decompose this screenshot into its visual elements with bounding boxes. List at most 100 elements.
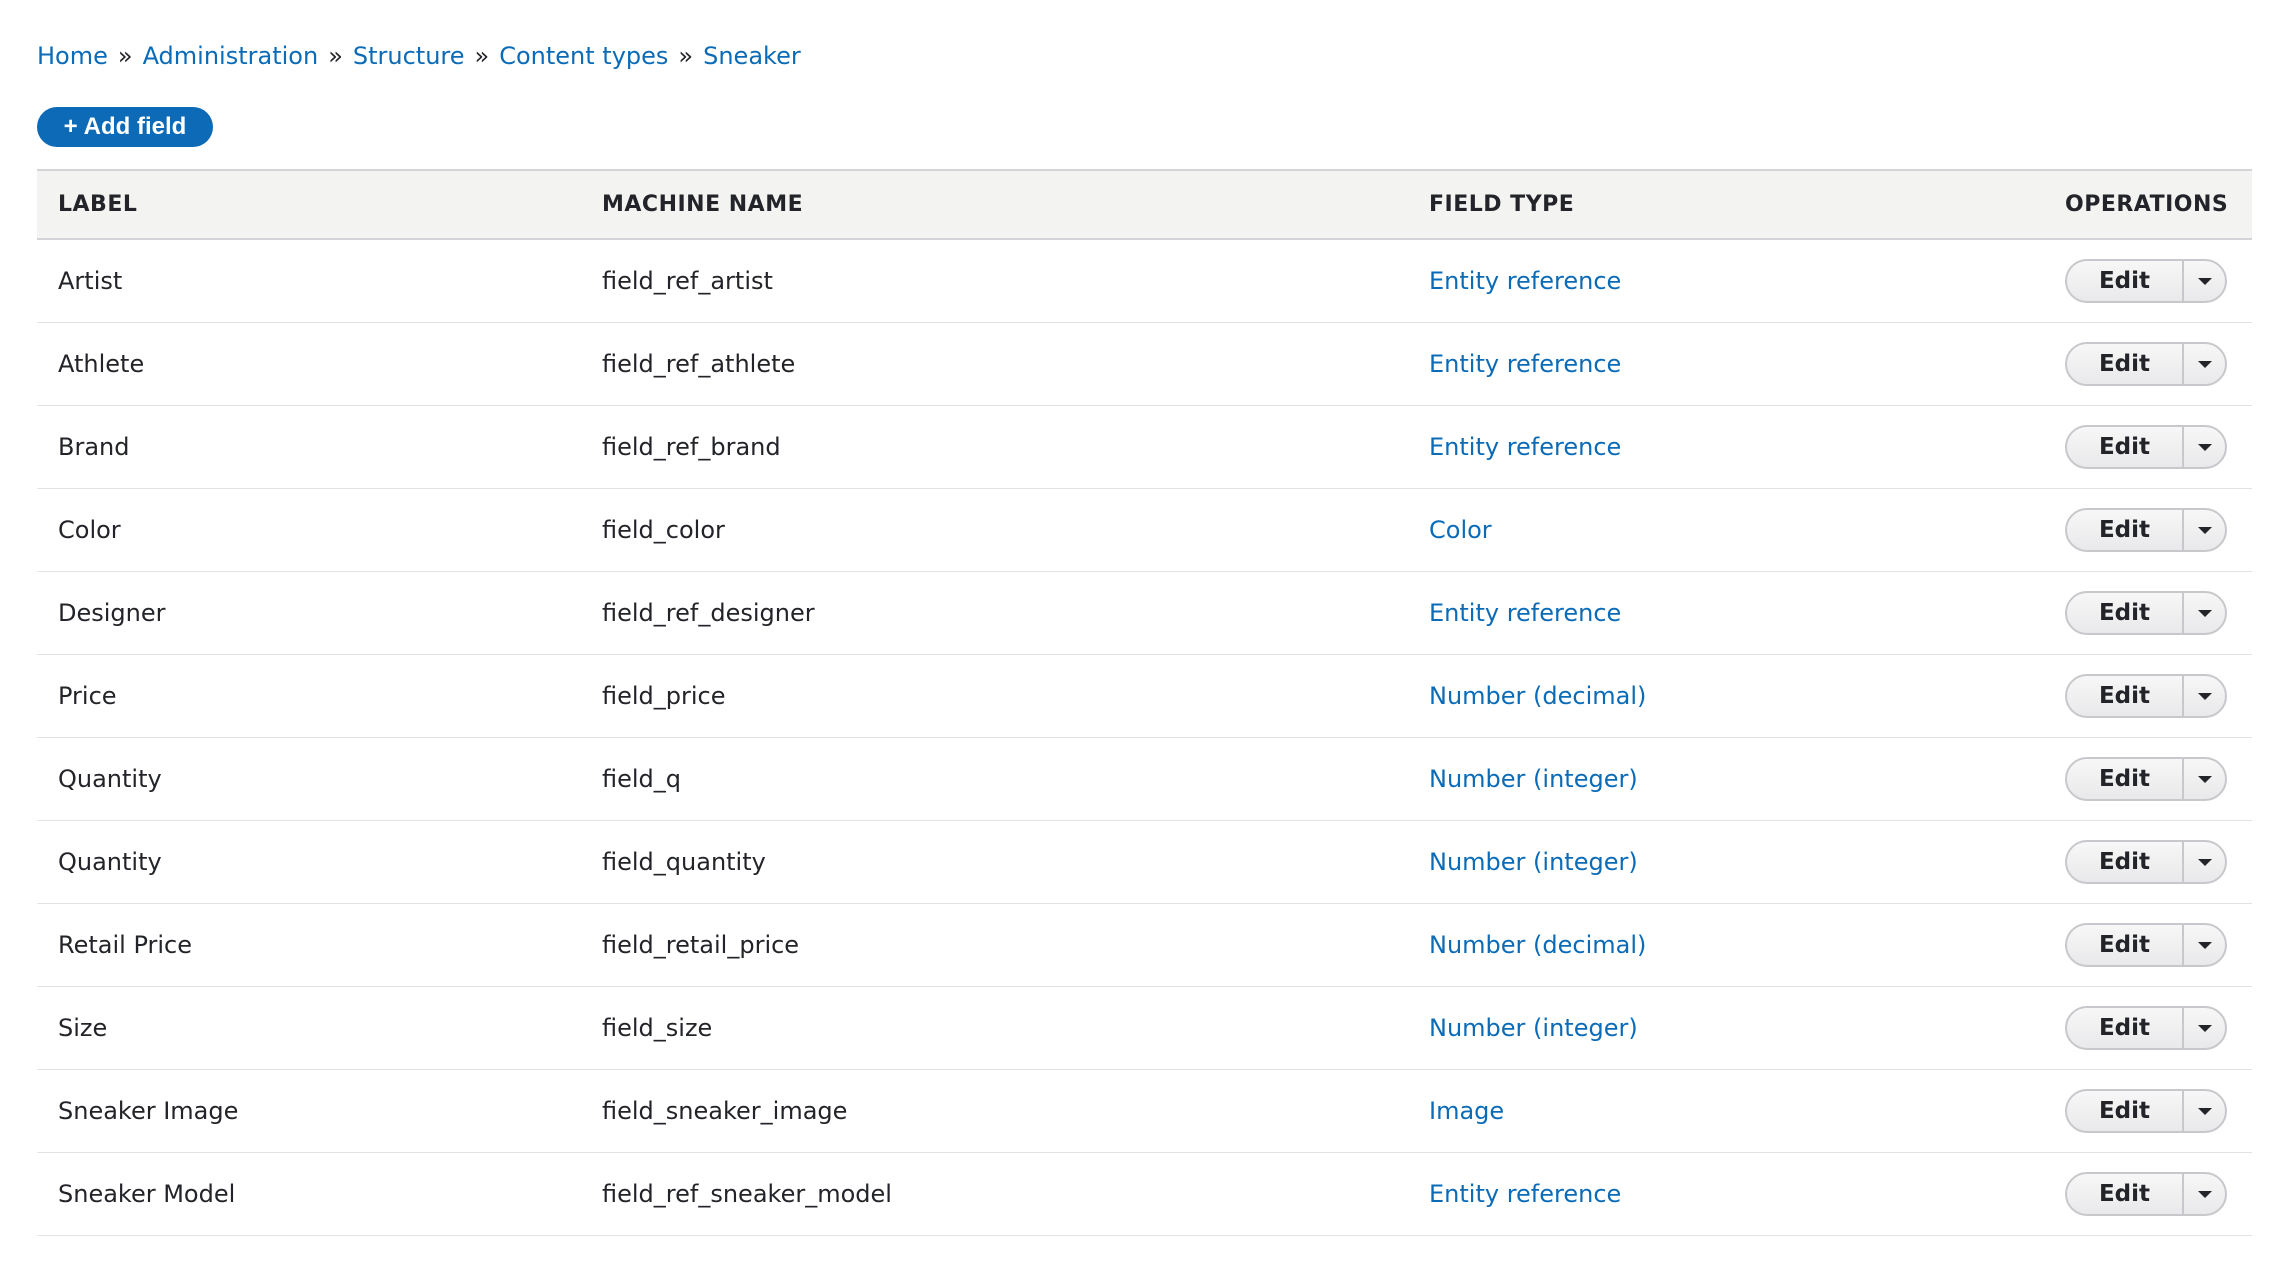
field-type-link[interactable]: Entity reference — [1429, 433, 1621, 461]
chevron-down-icon — [2197, 941, 2212, 949]
breadcrumb-separator: » — [117, 42, 133, 70]
edit-button[interactable]: Edit — [2067, 842, 2184, 882]
manage-fields-page: Home » Administration » Structure » Cont… — [0, 0, 2288, 1276]
operations-dropbutton: Edit — [2065, 923, 2227, 967]
operations-dropbutton: Edit — [2065, 259, 2227, 303]
field-type-link[interactable]: Number (decimal) — [1429, 931, 1646, 959]
field-label: Color — [58, 516, 121, 544]
field-machine-name: field_quantity — [602, 848, 766, 876]
operations-dropbutton: Edit — [2065, 1089, 2227, 1133]
breadcrumb-separator: » — [328, 42, 343, 70]
table-row: Sneaker Model field_ref_sneaker_model En… — [37, 1153, 2252, 1236]
edit-button[interactable]: Edit — [2067, 593, 2184, 633]
edit-button[interactable]: Edit — [2067, 510, 2184, 550]
chevron-down-icon — [2197, 775, 2212, 783]
field-type-link[interactable]: Number (integer) — [1429, 765, 1638, 793]
field-label: Sneaker Image — [58, 1097, 239, 1125]
table-row: Color field_color Color Edit — [37, 489, 2252, 572]
field-machine-name: field_ref_brand — [602, 433, 781, 461]
column-header-operations: OPERATIONS — [2065, 192, 2229, 217]
field-type-link[interactable]: Entity reference — [1429, 599, 1621, 627]
breadcrumb-administration-link[interactable]: Administration — [143, 42, 319, 70]
breadcrumb-structure-link[interactable]: Structure — [353, 42, 465, 70]
field-type-link[interactable]: Number (integer) — [1429, 848, 1638, 876]
operations-toggle-button[interactable] — [2184, 759, 2225, 799]
add-field-label: Add field — [83, 113, 187, 140]
field-type-link[interactable]: Number (decimal) — [1429, 682, 1646, 710]
operations-toggle-button[interactable] — [2184, 842, 2225, 882]
operations-dropbutton: Edit — [2065, 591, 2227, 635]
table-row: Quantity field_quantity Number (integer)… — [37, 821, 2252, 904]
table-row: Athlete field_ref_athlete Entity referen… — [37, 323, 2252, 406]
operations-dropbutton: Edit — [2065, 1006, 2227, 1050]
operations-toggle-button[interactable] — [2184, 1174, 2225, 1214]
table-row: Artist field_ref_artist Entity reference… — [37, 240, 2252, 323]
breadcrumb: Home » Administration » Structure » Cont… — [37, 36, 801, 76]
edit-button[interactable]: Edit — [2067, 1174, 2184, 1214]
field-machine-name: field_q — [602, 765, 682, 793]
field-type-link[interactable]: Entity reference — [1429, 1180, 1621, 1208]
column-header-field-type: FIELD TYPE — [1429, 192, 1575, 217]
field-type-link[interactable]: Entity reference — [1429, 350, 1621, 378]
edit-button[interactable]: Edit — [2067, 1091, 2184, 1131]
field-type-link[interactable]: Image — [1429, 1097, 1504, 1125]
edit-button[interactable]: Edit — [2067, 344, 2184, 384]
operations-toggle-button[interactable] — [2184, 427, 2225, 467]
table-row: Retail Price field_retail_price Number (… — [37, 904, 2252, 987]
column-header-machine-name: MACHINE NAME — [602, 192, 804, 217]
edit-button[interactable]: Edit — [2067, 427, 2184, 467]
field-label: Price — [58, 682, 117, 710]
field-label: Quantity — [58, 848, 162, 876]
chevron-down-icon — [2197, 1190, 2212, 1198]
breadcrumb-separator: » — [474, 42, 490, 70]
operations-toggle-button[interactable] — [2184, 925, 2225, 965]
operations-toggle-button[interactable] — [2184, 593, 2225, 633]
field-label: Quantity — [58, 765, 162, 793]
table-row: Quantity field_q Number (integer) Edit — [37, 738, 2252, 821]
field-machine-name: field_ref_artist — [602, 267, 773, 295]
table-row: Size field_size Number (integer) Edit — [37, 987, 2252, 1070]
field-type-link[interactable]: Number (integer) — [1429, 1014, 1638, 1042]
operations-toggle-button[interactable] — [2184, 1091, 2225, 1131]
field-label: Sneaker Model — [58, 1180, 236, 1208]
operations-dropbutton: Edit — [2065, 342, 2227, 386]
operations-toggle-button[interactable] — [2184, 676, 2225, 716]
breadcrumb-separator: » — [678, 42, 694, 70]
chevron-down-icon — [2197, 609, 2212, 617]
add-field-button[interactable]: + Add field — [37, 107, 213, 147]
operations-dropbutton: Edit — [2065, 674, 2227, 718]
field-machine-name: field_ref_athlete — [602, 350, 796, 378]
operations-toggle-button[interactable] — [2184, 344, 2225, 384]
table-header: LABEL MACHINE NAME FIELD TYPE OPERATIONS — [37, 169, 2252, 240]
plus-icon: + — [63, 113, 78, 140]
field-label: Artist — [58, 267, 123, 295]
fields-table: LABEL MACHINE NAME FIELD TYPE OPERATIONS… — [37, 169, 2252, 1236]
field-label: Retail Price — [58, 931, 192, 959]
field-machine-name: field_ref_designer — [602, 599, 815, 627]
operations-toggle-button[interactable] — [2184, 510, 2225, 550]
field-machine-name: field_price — [602, 682, 726, 710]
breadcrumb-content-types-link[interactable]: Content types — [499, 42, 668, 70]
chevron-down-icon — [2197, 526, 2212, 534]
edit-button[interactable]: Edit — [2067, 261, 2184, 301]
field-label: Athlete — [58, 350, 145, 378]
operations-toggle-button[interactable] — [2184, 1008, 2225, 1048]
chevron-down-icon — [2197, 692, 2212, 700]
breadcrumb-home-link[interactable]: Home — [37, 42, 108, 70]
operations-toggle-button[interactable] — [2184, 261, 2225, 301]
column-header-label: LABEL — [58, 192, 138, 217]
field-machine-name: field_size — [602, 1014, 713, 1042]
edit-button[interactable]: Edit — [2067, 1008, 2184, 1048]
field-machine-name: field_sneaker_image — [602, 1097, 848, 1125]
operations-dropbutton: Edit — [2065, 757, 2227, 801]
edit-button[interactable]: Edit — [2067, 759, 2184, 799]
edit-button[interactable]: Edit — [2067, 925, 2184, 965]
edit-button[interactable]: Edit — [2067, 676, 2184, 716]
field-type-link[interactable]: Entity reference — [1429, 267, 1621, 295]
field-machine-name: field_color — [602, 516, 725, 544]
field-type-link[interactable]: Color — [1429, 516, 1492, 544]
table-row: Sneaker Image field_sneaker_image Image … — [37, 1070, 2252, 1153]
chevron-down-icon — [2197, 1107, 2212, 1115]
chevron-down-icon — [2197, 1024, 2212, 1032]
breadcrumb-sneaker-link[interactable]: Sneaker — [703, 42, 801, 70]
